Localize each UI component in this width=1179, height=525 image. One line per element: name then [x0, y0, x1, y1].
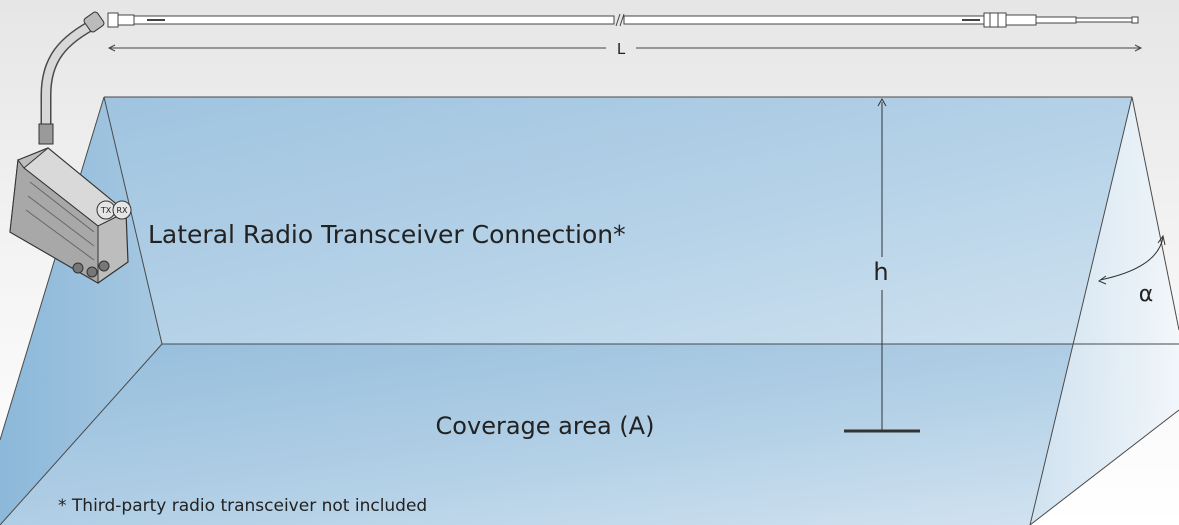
coverage-label: Coverage area (A)	[436, 412, 655, 440]
antenna-marking-right	[962, 19, 980, 21]
antenna-segment-right	[623, 15, 985, 25]
coverage-diagram: h α L TX RX Lateral Radio Transceiver Co…	[0, 0, 1179, 525]
device-rx-label: RX	[116, 206, 128, 215]
antenna-tip	[1131, 16, 1139, 24]
device-port-3	[98, 260, 110, 272]
footnote: * Third-party radio transceiver not incl…	[58, 496, 427, 516]
antenna-whip	[1075, 17, 1133, 23]
antenna-end-cap	[107, 12, 119, 28]
device-tx-label: TX	[100, 206, 112, 215]
device-port-1	[72, 262, 84, 274]
angle-label: α	[1139, 282, 1154, 307]
height-label: h	[873, 258, 888, 286]
length-label: L	[617, 40, 626, 58]
antenna-coupler	[983, 12, 1007, 28]
connection-label: Lateral Radio Transceiver Connection*	[148, 220, 626, 249]
antenna-base-section	[1005, 14, 1037, 26]
antenna-marking-left	[147, 19, 165, 21]
coverage-volume	[0, 96, 1179, 525]
antenna-segment-left	[133, 15, 615, 25]
cable-bottom-connector	[38, 123, 54, 145]
diagram-stage: h α L TX RX Lateral Radio Transceiver Co…	[0, 0, 1179, 525]
antenna-connector	[117, 14, 135, 26]
device-port-2	[86, 266, 98, 278]
antenna-mid-section	[1035, 16, 1077, 24]
